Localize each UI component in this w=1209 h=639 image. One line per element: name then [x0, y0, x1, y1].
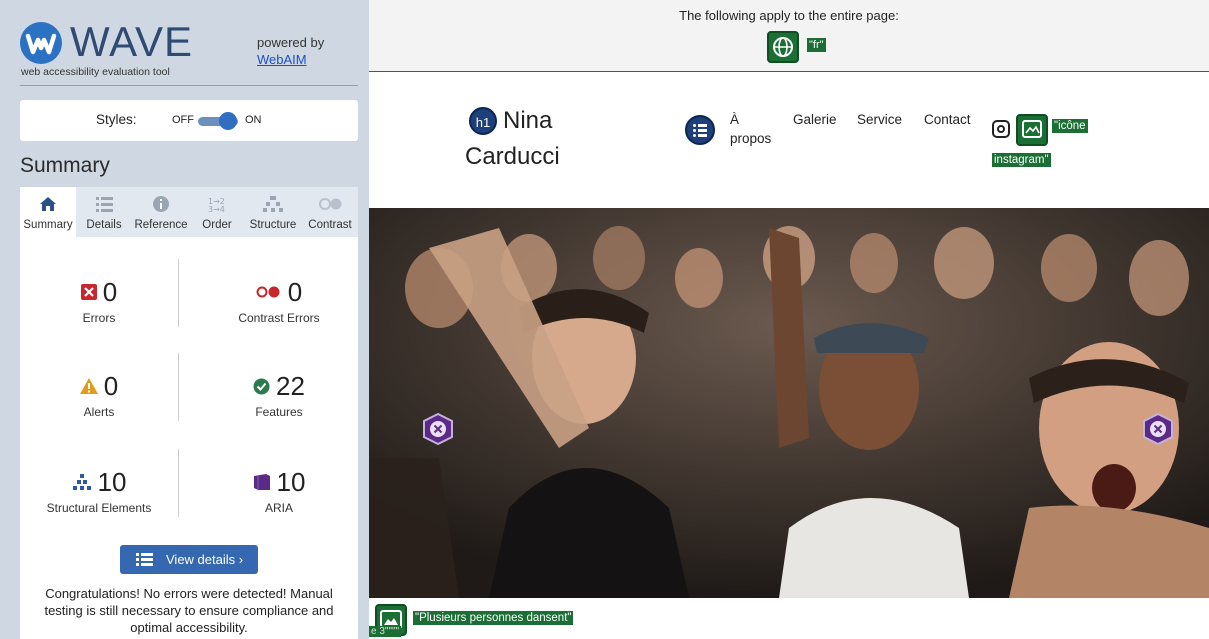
webaim-link[interactable]: WebAIM: [257, 51, 324, 68]
structural-label: Structural Elements: [46, 501, 152, 515]
styles-toggle-box: Styles: OFF ON: [20, 100, 358, 141]
styles-label: Styles:: [96, 112, 137, 127]
image-alt-text: "Plusieurs personnes dansent": [413, 611, 574, 625]
structural-count: 10: [97, 467, 127, 497]
powered-by: powered by WebAIM: [257, 34, 324, 68]
tab-structure[interactable]: Structure: [244, 187, 302, 237]
aria-stat[interactable]: 10 ARIA: [200, 467, 358, 515]
tab-details[interactable]: Details: [76, 187, 132, 237]
wave-logo-icon: [20, 22, 62, 64]
feature-check-icon: [253, 378, 270, 394]
tab-summary[interactable]: Summary: [20, 187, 76, 237]
document-note: The following apply to the entire page:: [679, 8, 899, 23]
structure-icon: [263, 196, 283, 212]
divider: [20, 85, 358, 86]
aria-hidden-icon[interactable]: [1141, 412, 1175, 446]
instagram-icon[interactable]: [992, 120, 1010, 138]
alerts-label: Alerts: [83, 405, 115, 419]
h1-badge-icon[interactable]: h1: [469, 107, 497, 135]
svg-text:3→4: 3→4: [208, 205, 225, 213]
wave-header: WAVE web accessibility evaluation tool p…: [0, 0, 369, 84]
contrast-errors-count: 0: [287, 277, 303, 307]
contrast-icon: [319, 198, 342, 210]
structure-icon: [72, 473, 91, 490]
alert-icon: [79, 378, 98, 394]
page-preview: The following apply to the entire page: …: [369, 0, 1209, 639]
site-title-line2: Carducci: [465, 143, 560, 170]
wave-sidebar: WAVE web accessibility evaluation tool p…: [0, 0, 369, 639]
wave-title: WAVE: [70, 18, 194, 65]
linked-image-icon[interactable]: [1016, 114, 1048, 146]
alerts-stat[interactable]: 0 Alerts: [20, 371, 178, 419]
wave-subtitle: web accessibility evaluation tool: [21, 66, 170, 78]
view-details-button[interactable]: View details ›: [120, 545, 258, 574]
powered-by-label: powered by: [257, 35, 325, 50]
alerts-count: 0: [103, 371, 119, 401]
contrast-error-icon: [256, 286, 280, 298]
aria-icon: [253, 474, 270, 490]
features-count: 22: [276, 371, 305, 401]
divider: [178, 449, 179, 517]
list-icon: [136, 553, 153, 566]
tab-order[interactable]: 1→2 3→4 Order: [190, 187, 244, 237]
info-icon: [153, 196, 169, 212]
nav-link-a-propos[interactable]: À propos: [730, 110, 780, 148]
home-icon: [40, 197, 56, 211]
crowd-photo: [369, 208, 1209, 598]
document-level-band: The following apply to the entire page: …: [369, 0, 1209, 72]
errors-label: Errors: [82, 311, 116, 325]
aria-count: 10: [276, 467, 306, 497]
instagram-alt-text-2: instagram": [992, 153, 1051, 167]
divider: [178, 259, 179, 327]
language-tag: "fr": [807, 38, 826, 52]
hero-image: [369, 208, 1209, 598]
error-icon: [80, 284, 97, 300]
errors-stat[interactable]: 0 Errors: [20, 277, 178, 325]
styles-off-label: OFF: [172, 114, 194, 126]
divider: [178, 353, 179, 421]
unordered-list-icon[interactable]: [685, 115, 715, 145]
nav-link-galerie[interactable]: Galerie: [793, 110, 837, 129]
image-alt-text-2: e 3"""": [369, 626, 402, 637]
styles-toggle[interactable]: [198, 112, 238, 130]
styles-on-label: ON: [245, 114, 262, 126]
congrats-message: Congratulations! No errors were detected…: [44, 586, 334, 635]
contrast-errors-stat[interactable]: 0 Contrast Errors: [200, 277, 358, 325]
nav-link-contact[interactable]: Contact: [924, 110, 971, 129]
features-label: Features: [255, 405, 303, 419]
tab-reference[interactable]: Reference: [132, 187, 190, 237]
tab-bar: Summary Details Reference 1→2 3→4 Order S…: [20, 187, 358, 237]
tab-contrast[interactable]: Contrast: [302, 187, 358, 237]
features-stat[interactable]: 22 Features: [200, 371, 358, 419]
summary-heading: Summary: [20, 154, 110, 177]
nav-link-service[interactable]: Service: [857, 110, 902, 129]
language-icon[interactable]: [767, 31, 799, 63]
view-details-label: View details ›: [166, 552, 244, 567]
order-icon: 1→23→4: [208, 197, 225, 213]
errors-count: 0: [102, 277, 118, 307]
instagram-alt-text: "icône: [1052, 119, 1088, 133]
structural-stat[interactable]: 10 Structural Elements: [20, 467, 178, 515]
aria-label: ARIA: [264, 501, 293, 515]
summary-panel: 0 Errors 0 Contrast Errors 0 Alerts 22 F…: [20, 237, 358, 639]
contrast-errors-label: Contrast Errors: [238, 311, 320, 325]
aria-hidden-icon[interactable]: [421, 412, 455, 446]
list-icon: [96, 197, 113, 212]
